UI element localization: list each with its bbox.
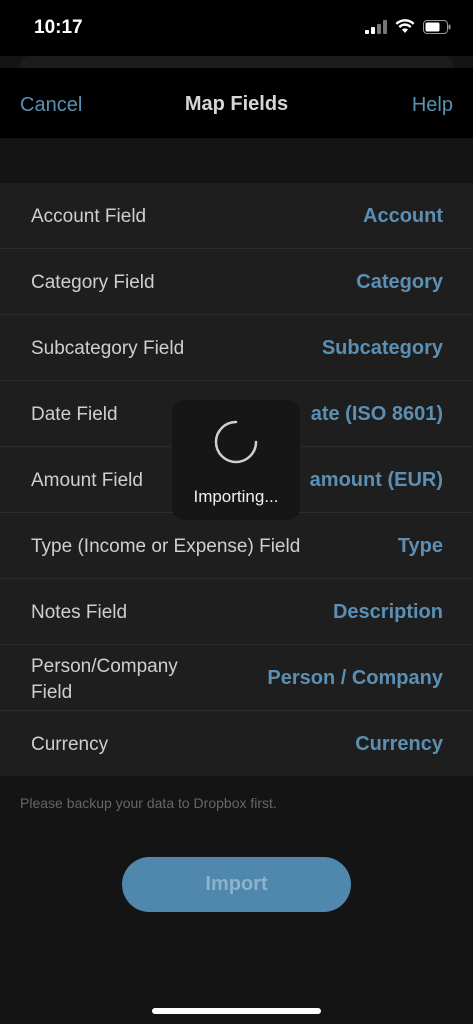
row-value[interactable]: Subcategory (322, 337, 443, 360)
home-indicator (152, 1008, 321, 1014)
row-label: Notes Field (31, 602, 128, 623)
list-item-category[interactable]: Category Field Category (0, 249, 473, 315)
import-button[interactable]: Import (122, 857, 351, 912)
row-label: Account Field (31, 206, 147, 227)
row-label: Subcategory Field (31, 338, 185, 359)
row-label: Currency (31, 734, 109, 755)
row-value[interactable]: Category (356, 271, 443, 294)
row-label: Person/Company Field (31, 656, 178, 703)
row-value[interactable]: Account (363, 205, 443, 228)
navigation-bar: Cancel Map Fields Help (0, 68, 473, 138)
help-button[interactable]: Help (412, 94, 453, 117)
row-value[interactable]: amount (EUR) (310, 469, 443, 492)
row-value[interactable]: ate (ISO 8601) (311, 403, 443, 426)
list-item-subcategory[interactable]: Subcategory Field Subcategory (0, 315, 473, 381)
row-label: Date Field (31, 404, 118, 425)
list-item-type[interactable]: Type (Income or Expense) Field Type (0, 513, 473, 579)
list-item-notes[interactable]: Notes Field Description (0, 579, 473, 645)
row-label: Category Field (31, 272, 155, 293)
backup-note: Please backup your data to Dropbox first… (20, 795, 277, 811)
battery-icon (423, 19, 451, 34)
page-title: Map Fields (184, 93, 289, 115)
status-bar: 10:17 (0, 0, 473, 56)
row-label: Amount Field (31, 470, 143, 491)
list-item-person-company[interactable]: Person/Company Field Person / Company (0, 645, 473, 711)
row-value[interactable]: Description (333, 601, 443, 624)
cellular-signal-icon (365, 19, 387, 34)
list-item-currency[interactable]: Currency Currency (0, 711, 473, 776)
status-icons (365, 19, 451, 34)
spinner-icon (214, 420, 258, 464)
row-value[interactable]: Type (398, 535, 443, 558)
status-time: 10:17 (34, 17, 83, 38)
loading-label: Importing... (193, 487, 279, 506)
list-item-account[interactable]: Account Field Account (0, 183, 473, 249)
row-value[interactable]: Person / Company (267, 667, 443, 690)
row-label: Type (Income or Expense) Field (31, 536, 301, 557)
row-value[interactable]: Currency (355, 733, 443, 756)
loading-hud: Importing... (172, 400, 300, 520)
wifi-icon (395, 19, 415, 33)
